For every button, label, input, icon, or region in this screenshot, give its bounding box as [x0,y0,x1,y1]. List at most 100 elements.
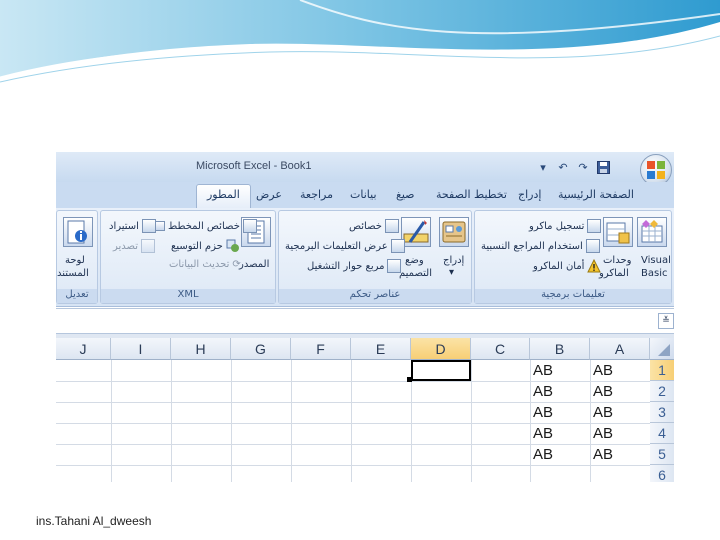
gridline [351,360,352,482]
properties-button[interactable]: خصائص [349,219,399,233]
run-dialog-label: مربع حوار التشغيل [307,260,385,272]
title-bar: Microsoft Excel - Book1 ▾ ↶ ↷ [56,152,674,186]
macros-icon[interactable] [603,217,633,247]
row-header-5[interactable]: 5 [650,444,674,465]
warning-icon [587,259,602,273]
cell-a4[interactable]: AB [593,424,613,444]
cell-b5[interactable]: AB [533,445,553,465]
cell-b4[interactable]: AB [533,424,553,444]
window-title: Microsoft Excel - Book1 [196,160,312,172]
refresh-data-label: تحديث البيانات [169,259,230,270]
design-mode-label-2: التصميم [399,268,432,279]
import-button[interactable]: استيراد [109,219,156,233]
tab-developer[interactable]: المطور [196,184,251,208]
redo-icon[interactable]: ↷ [574,158,592,176]
formula-bar[interactable]: ≚ [56,308,674,334]
relative-references-icon [585,239,600,253]
gridline [590,360,591,482]
group-xml-label: XML [101,289,275,303]
run-dialog-button[interactable]: مربع حوار التشغيل [307,259,402,273]
column-header-j[interactable]: J [56,338,111,360]
header-wave-decoration [0,0,720,83]
tab-view[interactable]: عرض [256,188,282,201]
map-properties-button[interactable]: خصائص المخطط [155,219,257,233]
column-header-b[interactable]: B [530,338,590,360]
group-controls-label: عناصر تحكم [279,289,471,303]
cell-a5[interactable]: AB [593,445,613,465]
visual-basic-label-1: Visual [641,255,671,266]
select-all-corner[interactable] [650,338,674,360]
import-label: استيراد [109,220,139,232]
cell-b3[interactable]: AB [533,403,553,423]
column-header-c[interactable]: C [471,338,530,360]
group-code: Visual Basic وحدات الماكرو تسجيل ماكرو ا… [474,210,672,304]
column-header-e[interactable]: E [351,338,411,360]
visual-basic-icon[interactable] [637,217,667,247]
row-header-1[interactable]: 1 [650,360,674,381]
cell-a2[interactable]: AB [593,382,613,402]
tab-review[interactable]: مراجعة [300,188,333,201]
tab-page-layout[interactable]: تخطيط الصفحة [436,188,507,201]
refresh-data-button[interactable]: تحديث البيانات ⟳ [169,259,241,270]
record-macro-button[interactable]: تسجيل ماكرو [529,219,602,233]
column-header-f[interactable]: F [291,338,351,360]
column-header-g[interactable]: G [231,338,291,360]
save-icon[interactable] [594,158,612,176]
gridline [56,402,650,403]
tab-data[interactable]: بيانات [350,188,377,201]
row-header-4[interactable]: 4 [650,423,674,444]
relative-references-label: استخدام المراجع النسبية [481,240,583,252]
expansion-packs-icon [226,239,239,252]
visual-basic-label-2: Basic [641,268,668,279]
quick-access-toolbar: ▾ ↶ ↷ [534,156,612,178]
gridline [291,360,292,482]
map-properties-label: خصائص المخطط [168,220,240,232]
group-modify-label: تعديل [57,289,97,303]
insert-dropdown-icon[interactable]: ▾ [449,267,454,278]
column-header-a[interactable]: A [590,338,650,360]
macro-security-button[interactable]: أمان الماكرو [533,259,602,273]
xml-source-label: المصدر [239,259,270,270]
cell-a1[interactable]: AB [593,361,613,381]
cell-b2[interactable]: AB [533,382,553,402]
tab-home[interactable]: الصفحة الرئيسية [558,188,634,201]
run-dialog-icon [387,259,402,273]
fill-handle[interactable] [407,377,412,382]
view-code-button[interactable]: عرض التعليمات البرمجية [285,239,405,253]
gridline [471,360,472,482]
design-mode-label-1: وضع [405,255,424,266]
view-code-label: عرض التعليمات البرمجية [285,240,388,252]
group-modify: لوحة المستند تعديل [56,210,98,304]
document-panel-label-2: المستند [57,268,89,279]
expand-formula-bar-icon[interactable]: ≚ [658,313,674,329]
insert-control-icon[interactable] [439,217,469,247]
export-icon [141,239,156,253]
cell-b1[interactable]: AB [533,361,553,381]
map-properties-icon [242,219,257,233]
column-header-d[interactable]: D [411,338,471,360]
design-mode-icon[interactable] [401,217,431,247]
customize-qat-icon[interactable]: ▾ [534,158,552,176]
document-panel-icon[interactable] [63,217,93,247]
export-button[interactable]: تصدير [113,239,156,253]
record-macro-label: تسجيل ماكرو [529,220,585,232]
properties-icon [384,219,399,233]
undo-icon[interactable]: ↶ [554,158,572,176]
active-cell-d1[interactable] [411,360,471,381]
tab-formulas[interactable]: صيغ [396,188,415,201]
expansion-packs-button[interactable]: حزم التوسيع [171,239,240,253]
gridline [111,360,112,482]
tab-insert[interactable]: إدراج [518,188,541,201]
macros-label-2: الماكرو [599,268,629,279]
row-header-6[interactable]: 6 [650,465,674,482]
row-header-2[interactable]: 2 [650,381,674,402]
expansion-packs-label: حزم التوسيع [171,240,223,252]
relative-references-button[interactable]: استخدام المراجع النسبية [481,239,600,253]
column-header-h[interactable]: H [171,338,231,360]
row-header-3[interactable]: 3 [650,402,674,423]
excel-screenshot: Microsoft Excel - Book1 ▾ ↶ ↷ الصفحة الر… [56,152,674,482]
author-credit: ins.Tahani Al_dweesh [36,514,152,528]
gridline [56,423,650,424]
column-header-i[interactable]: I [111,338,171,360]
cell-a3[interactable]: AB [593,403,613,423]
